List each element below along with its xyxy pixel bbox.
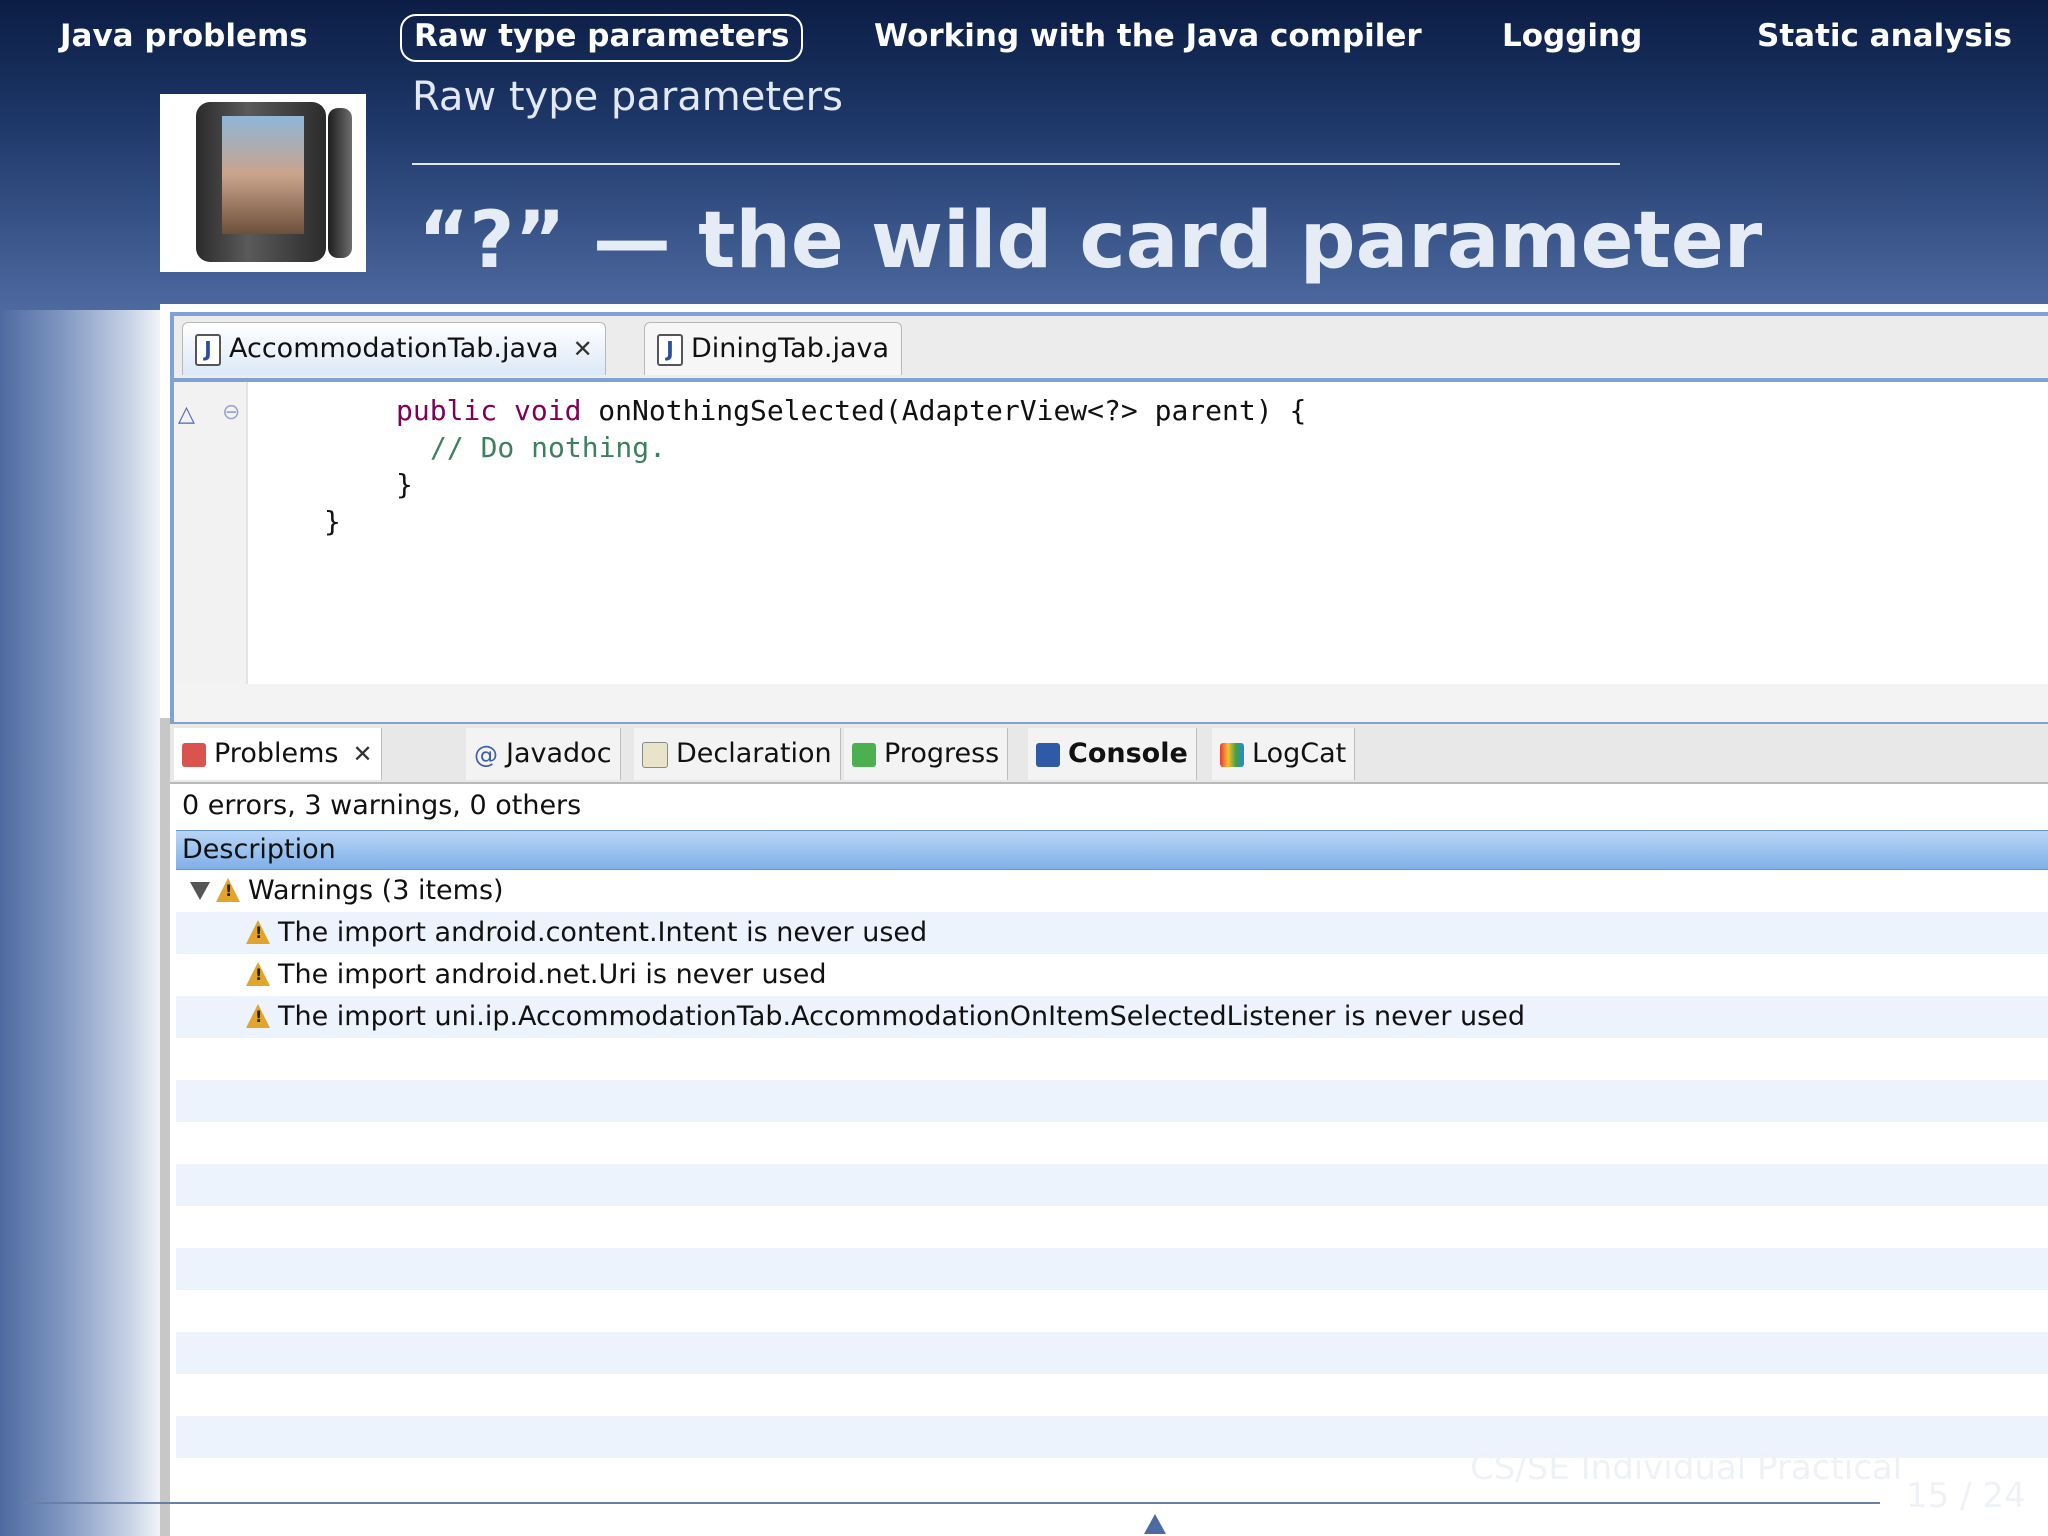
- table-row[interactable]: The import android.content.Intent is nev…: [176, 912, 2048, 954]
- tab-console[interactable]: Console: [1028, 728, 1197, 780]
- progress-icon: [852, 742, 876, 767]
- nav-item-logging[interactable]: Logging: [1490, 14, 1654, 58]
- tab-label: Console: [1068, 738, 1188, 769]
- nav-item-static-analysis[interactable]: Static analysis: [1745, 14, 2024, 58]
- footer-course-title: CS/SE Individual Practical: [1470, 1448, 1903, 1488]
- code-keyword: public void: [396, 394, 582, 427]
- warnings-group-label: Warnings (3 items): [248, 875, 504, 906]
- tab-label: Declaration: [676, 738, 832, 769]
- java-file-icon: J: [195, 333, 221, 366]
- editor-ruler: △ ⊖: [174, 382, 248, 684]
- tab-label: AccommodationTab.java: [229, 333, 559, 364]
- code-line-4: }: [324, 505, 341, 538]
- slide-side-gradient: [0, 310, 170, 1536]
- phone-screen: [222, 116, 304, 234]
- warning-message: The import uni.ip.AccommodationTab.Accom…: [278, 1001, 1525, 1032]
- logcat-icon: [1220, 742, 1244, 767]
- code-line-2-comment: // Do nothing.: [430, 431, 667, 464]
- footer-page-number: 15 / 24: [1906, 1476, 2026, 1516]
- tab-label: DiningTab.java: [691, 333, 890, 364]
- code-text: onNothingSelected(AdapterView<?> parent)…: [581, 394, 1307, 427]
- section-navigation: Java problems Raw type parameters Workin…: [0, 14, 2048, 64]
- tab-accommodation-java[interactable]: J AccommodationTab.java ✕: [182, 322, 606, 375]
- editor-tab-bar: J AccommodationTab.java ✕ J DiningTab.java: [174, 316, 2048, 382]
- empty-row: [176, 1038, 2048, 1080]
- java-file-icon: J: [657, 333, 683, 366]
- code-line-1: public void onNothingSelected(AdapterVie…: [396, 394, 1306, 427]
- nav-item-java-problems[interactable]: Java problems: [48, 14, 320, 58]
- table-row[interactable]: The import android.net.Uri is never used: [176, 954, 2048, 996]
- close-tab-icon[interactable]: ✕: [352, 740, 372, 768]
- warning-message: The import android.net.Uri is never used: [278, 959, 827, 990]
- problems-list: Warnings (3 items) The import android.co…: [176, 870, 2048, 1536]
- title-divider: [412, 163, 1620, 165]
- warnings-group-row[interactable]: Warnings (3 items): [176, 870, 2048, 912]
- empty-row: [176, 1290, 2048, 1332]
- slide-subtitle: Raw type parameters: [412, 74, 843, 120]
- problems-icon: [182, 742, 206, 767]
- tab-label: Progress: [884, 738, 1000, 769]
- tab-label: Javadoc: [506, 738, 612, 769]
- nav-item-raw-type-parameters[interactable]: Raw type parameters: [400, 14, 804, 62]
- warning-icon: [246, 920, 270, 944]
- slide-title: “?” — the wild card parameter: [418, 196, 1763, 286]
- phone-side-view: [328, 108, 352, 258]
- code-editor-area[interactable]: △ ⊖ public void onNothingSelected(Adapte…: [174, 382, 2048, 684]
- warning-icon: [216, 878, 240, 902]
- description-column-header[interactable]: Description: [176, 830, 2048, 870]
- warning-message: The import android.content.Intent is nev…: [278, 917, 928, 948]
- tab-declaration[interactable]: Declaration: [634, 728, 841, 780]
- code-line-3: }: [396, 468, 413, 501]
- empty-row: [176, 1248, 2048, 1290]
- empty-row: [176, 1080, 2048, 1122]
- tab-progress[interactable]: Progress: [844, 728, 1009, 780]
- tab-label: Problems: [214, 738, 339, 769]
- override-marker-icon[interactable]: △: [178, 402, 195, 427]
- android-phone-image: [160, 94, 366, 272]
- java-editor: J AccommodationTab.java ✕ J DiningTab.java …: [170, 312, 2048, 726]
- views-tab-bar: Problems ✕ @ Javadoc Declaration Progress …: [170, 724, 2048, 784]
- javadoc-icon: @: [474, 740, 498, 769]
- tab-logcat[interactable]: LogCat: [1212, 728, 1356, 780]
- problems-summary: 0 errors, 3 warnings, 0 others: [182, 790, 582, 821]
- empty-row: [176, 1374, 2048, 1416]
- eclipse-screenshot: J AccommodationTab.java ✕ J DiningTab.java …: [160, 304, 2048, 1536]
- console-icon: [1036, 742, 1060, 767]
- table-row[interactable]: The import uni.ip.AccommodationTab.Accom…: [176, 996, 2048, 1038]
- tab-javadoc[interactable]: @ Javadoc: [466, 728, 621, 780]
- declaration-icon: [642, 741, 668, 768]
- footer-progress-line: [24, 1502, 1880, 1504]
- empty-row: [176, 1122, 2048, 1164]
- tab-label: LogCat: [1252, 738, 1347, 769]
- empty-row: [176, 1206, 2048, 1248]
- tab-dining-java[interactable]: J DiningTab.java: [644, 322, 903, 375]
- fold-toggle-icon[interactable]: ⊖: [222, 400, 240, 425]
- empty-row: [176, 1332, 2048, 1374]
- slide-nav-arrow-icon[interactable]: [1144, 1514, 1166, 1534]
- nav-item-java-compiler[interactable]: Working with the Java compiler: [862, 14, 1434, 58]
- warning-icon: [246, 962, 270, 986]
- view-left-edge: [160, 718, 170, 1536]
- tab-problems[interactable]: Problems ✕: [174, 728, 382, 780]
- expand-toggle-icon[interactable]: [190, 882, 210, 900]
- close-tab-icon[interactable]: ✕: [573, 335, 593, 363]
- empty-row: [176, 1164, 2048, 1206]
- warning-icon: [246, 1004, 270, 1028]
